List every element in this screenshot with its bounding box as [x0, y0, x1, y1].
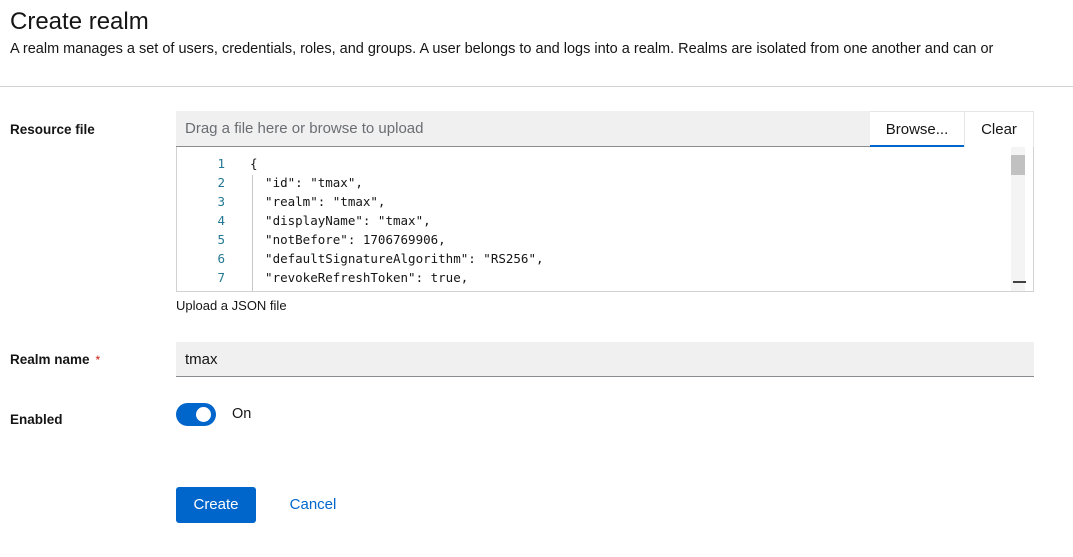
editor-scrollbar-thumb[interactable]	[1011, 155, 1025, 175]
code-text: {	[250, 156, 258, 171]
realm-name-input[interactable]: tmax	[176, 342, 1034, 377]
code-text: "notBefore": 1706769906,	[250, 232, 446, 247]
create-button[interactable]: Create	[176, 487, 256, 523]
toggle-knob	[196, 407, 211, 422]
code-line: 1{	[177, 156, 1007, 175]
browse-button[interactable]: Browse...	[870, 111, 964, 147]
line-number: 4	[217, 213, 225, 228]
page-title: Create realm	[10, 8, 149, 35]
editor-cursor-marker	[1013, 281, 1026, 283]
enabled-label: Enabled	[10, 412, 63, 427]
page-header: Create realm A realm manages a set of us…	[0, 0, 1073, 87]
code-text: "id": "tmax",	[250, 175, 363, 190]
line-number: 5	[217, 232, 225, 247]
line-number: 1	[217, 156, 225, 171]
enabled-toggle[interactable]	[176, 403, 216, 426]
code-text: "realm": "tmax",	[250, 194, 386, 209]
code-line: 2 "id": "tmax",	[177, 175, 1007, 194]
required-mark: *	[95, 353, 101, 367]
upload-helper-text: Upload a JSON file	[176, 298, 287, 313]
line-number: 2	[217, 175, 225, 190]
enabled-state-label: On	[232, 406, 252, 422]
code-line: 6 "defaultSignatureAlgorithm": "RS256",	[177, 251, 1007, 270]
code-text: "displayName": "tmax",	[250, 213, 431, 228]
clear-button[interactable]: Clear	[964, 111, 1034, 147]
code-line: 4 "displayName": "tmax",	[177, 213, 1007, 232]
code-line: 7 "revokeRefreshToken": true,	[177, 270, 1007, 289]
page-description: A realm manages a set of users, credenti…	[10, 41, 994, 57]
code-editor[interactable]: 1{2 "id": "tmax", 3 "realm": "tmax", 4 "di…	[176, 147, 1034, 292]
code-text: "revokeRefreshToken": true,	[250, 270, 469, 285]
realm-name-label: Realm name *	[10, 352, 100, 367]
line-number: 6	[217, 251, 225, 266]
cancel-button[interactable]: Cancel	[277, 487, 349, 523]
resource-file-label: Resource file	[10, 122, 95, 137]
code-line: 5 "notBefore": 1706769906,	[177, 232, 1007, 251]
line-number: 7	[217, 270, 225, 285]
realm-name-label-text: Realm name	[10, 352, 90, 367]
file-drop-input[interactable]: Drag a file here or browse to upload	[176, 111, 870, 147]
line-number: 3	[217, 194, 225, 209]
code-text: "defaultSignatureAlgorithm": "RS256",	[250, 251, 544, 266]
file-upload: Drag a file here or browse to upload Bro…	[176, 111, 1034, 147]
code-line: 3 "realm": "tmax",	[177, 194, 1007, 213]
